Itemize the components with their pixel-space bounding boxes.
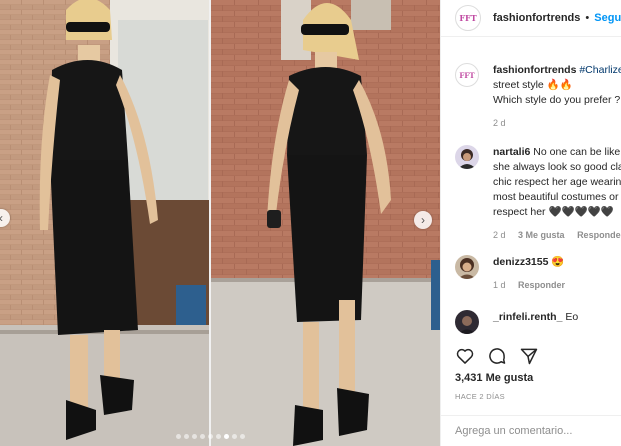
- avatar-logo-text: FFT: [459, 13, 477, 23]
- comment-time: 2 d: [493, 230, 506, 240]
- caption-username[interactable]: fashionfortrends: [493, 64, 576, 76]
- comment-meta: 2 d 3 Me gusta Responder: [493, 228, 621, 243]
- commenter-avatar[interactable]: [455, 255, 479, 279]
- action-bar: [455, 346, 539, 366]
- commenter-avatar[interactable]: [455, 310, 479, 334]
- reply-button[interactable]: Responder: [577, 230, 621, 240]
- carousel-dot: [184, 434, 189, 439]
- carousel-dot: [208, 434, 213, 439]
- reply-button[interactable]: Responder: [518, 280, 565, 290]
- carousel-dot: [176, 434, 181, 439]
- comment-text: she always look so good cla: [493, 161, 621, 173]
- post-header: FFT fashionfortrends • Seguir: [441, 0, 621, 37]
- follow-button[interactable]: Seguir: [594, 12, 621, 24]
- carousel-dot: [200, 434, 205, 439]
- carousel-dots: [176, 434, 245, 439]
- post-photo[interactable]: ‹ ›: [0, 0, 440, 446]
- profile-avatar[interactable]: FFT: [455, 5, 481, 31]
- commenter-avatar[interactable]: [455, 145, 479, 169]
- likes-count[interactable]: 3,431 Me gusta: [455, 372, 533, 384]
- caption-hashtag[interactable]: #Charlize: [579, 64, 621, 76]
- post-time: HACE 2 DÍAS: [455, 392, 505, 401]
- header-separator: •: [585, 12, 590, 24]
- caption-line: Which style do you prefer ?: [493, 94, 621, 106]
- avatar-photo: [455, 255, 479, 279]
- comment-username[interactable]: nartali6: [493, 146, 530, 158]
- avatar-photo: [455, 310, 479, 334]
- comment-text: respect her 🖤🖤🖤🖤🖤: [493, 206, 614, 218]
- carousel-dot: [240, 434, 245, 439]
- caption-time: 2 d: [493, 118, 506, 128]
- share-icon[interactable]: [519, 346, 539, 366]
- next-slide-button[interactable]: ›: [414, 211, 432, 229]
- comment-bubble-icon[interactable]: [487, 346, 507, 366]
- header-username[interactable]: fashionfortrends: [493, 12, 580, 24]
- comment-time: 1 d: [493, 280, 506, 290]
- avatar-photo: [455, 145, 479, 169]
- comments-section: FFT fashionfortrends #Charlize street st…: [441, 37, 621, 335]
- comment-input[interactable]: Agrega un comentario...: [441, 415, 621, 446]
- heart-icon[interactable]: [455, 346, 475, 366]
- caption-avatar-logo-text: FFT: [459, 70, 475, 80]
- comment-meta: 1 d Responder: [493, 278, 621, 293]
- carousel-dot: [232, 434, 237, 439]
- comment-username[interactable]: denizz3155: [493, 256, 548, 268]
- post-sidebar: FFT fashionfortrends • Seguir FFT fashio…: [440, 0, 621, 446]
- caption-avatar[interactable]: FFT: [455, 63, 479, 87]
- carousel-dot: [216, 434, 221, 439]
- comment-text: most beautiful costumes or: [493, 191, 619, 203]
- street-scene-right: [211, 0, 440, 446]
- photo-right-panel: [211, 0, 440, 446]
- carousel-dot: [192, 434, 197, 439]
- comment-text: chic respect her age wearin: [493, 176, 621, 188]
- comment-text: 😍: [551, 256, 565, 268]
- street-scene-left: [0, 0, 209, 446]
- carousel-dot: [224, 434, 229, 439]
- caption-line: street style 🔥🔥: [493, 79, 573, 91]
- photo-left-panel: [0, 0, 209, 446]
- comment-username[interactable]: _rinfeli.renth_: [493, 311, 562, 323]
- comment-text: Eo: [565, 311, 579, 323]
- comment-text: No one can be like: [533, 146, 621, 158]
- comment-likes[interactable]: 3 Me gusta: [518, 230, 565, 240]
